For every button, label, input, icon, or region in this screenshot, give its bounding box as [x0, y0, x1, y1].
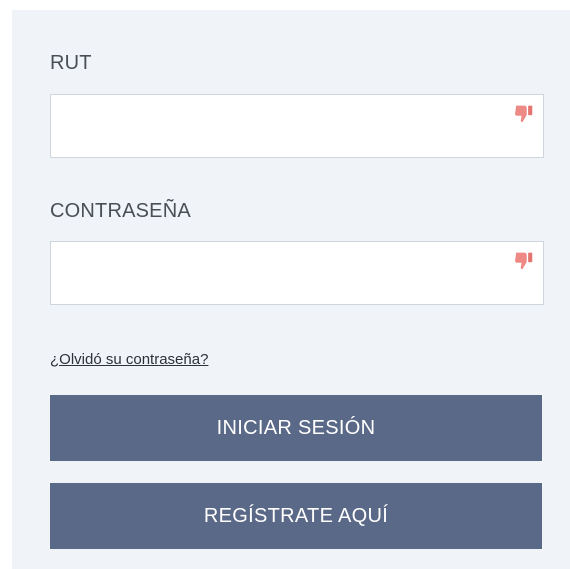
password-input[interactable]: [51, 242, 543, 304]
password-label: CONTRASEÑA: [50, 200, 191, 222]
login-button[interactable]: INICIAR SESIÓN: [50, 395, 542, 461]
register-button[interactable]: REGÍSTRATE AQUÍ: [50, 483, 542, 549]
thumbs-down-icon: [515, 105, 533, 123]
password-field-container[interactable]: [50, 241, 544, 305]
rut-label: RUT: [50, 52, 92, 74]
forgot-password-link[interactable]: ¿Olvidó su contraseña?: [50, 351, 208, 368]
thumbs-down-icon: [515, 252, 533, 270]
login-panel: RUT CONTRASEÑA ¿Olvidó su contraseña? IN…: [12, 10, 570, 569]
rut-input[interactable]: [51, 95, 543, 157]
rut-field-container[interactable]: [50, 94, 544, 158]
